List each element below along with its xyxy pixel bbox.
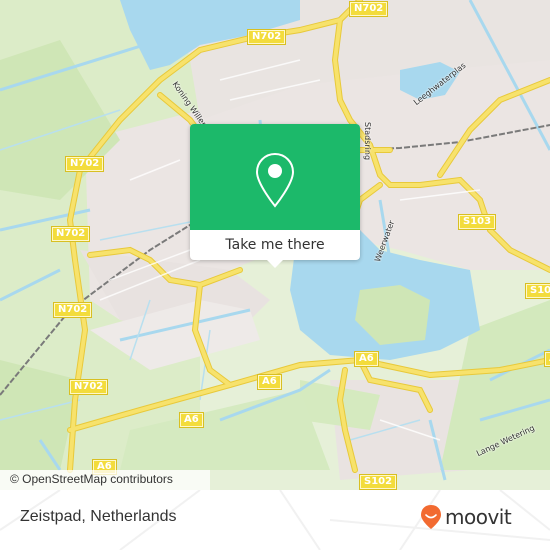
moovit-logo-icon — [421, 505, 441, 529]
place-name: Zeistpad, Netherlands — [20, 508, 177, 525]
popup-pointer — [267, 260, 283, 268]
popup-header — [190, 124, 360, 230]
moovit-logo[interactable]: moovit — [420, 504, 512, 530]
road-shield-n702: N702 — [246, 29, 287, 45]
road-shield-n702: N702 — [348, 1, 389, 17]
location-pin-icon — [255, 152, 295, 208]
road-shield-n702: N702 — [52, 302, 93, 318]
road-shield-a6: A6 — [544, 351, 550, 367]
moovit-wordmark: moovit — [445, 505, 512, 529]
road-shield-a6: A6 — [354, 351, 379, 367]
street-label: Stadsring — [363, 122, 372, 161]
map-view[interactable]: N702 N702 N702 N702 N702 N702 A6 A6 A6 A… — [0, 0, 550, 490]
road-shield-a6: A6 — [179, 412, 204, 428]
take-me-there-button[interactable]: Take me there — [190, 230, 360, 260]
map-widget: N702 N702 N702 N702 N702 N702 A6 A6 A6 A… — [0, 0, 550, 550]
road-shield-n702: N702 — [68, 379, 109, 395]
road-shield-s102: S102 — [358, 474, 398, 490]
road-shield-s103: S103 — [457, 214, 497, 230]
location-popup: Take me there — [190, 124, 360, 268]
road-shield-s103: S103 — [524, 283, 550, 299]
footer-bar: Zeistpad, Netherlands moovit — [0, 490, 550, 550]
road-shield-n702: N702 — [50, 226, 91, 242]
road-shield-n702: N702 — [64, 156, 105, 172]
road-shield-a6: A6 — [257, 374, 282, 390]
map-attribution[interactable]: © OpenStreetMap contributors — [0, 470, 210, 490]
